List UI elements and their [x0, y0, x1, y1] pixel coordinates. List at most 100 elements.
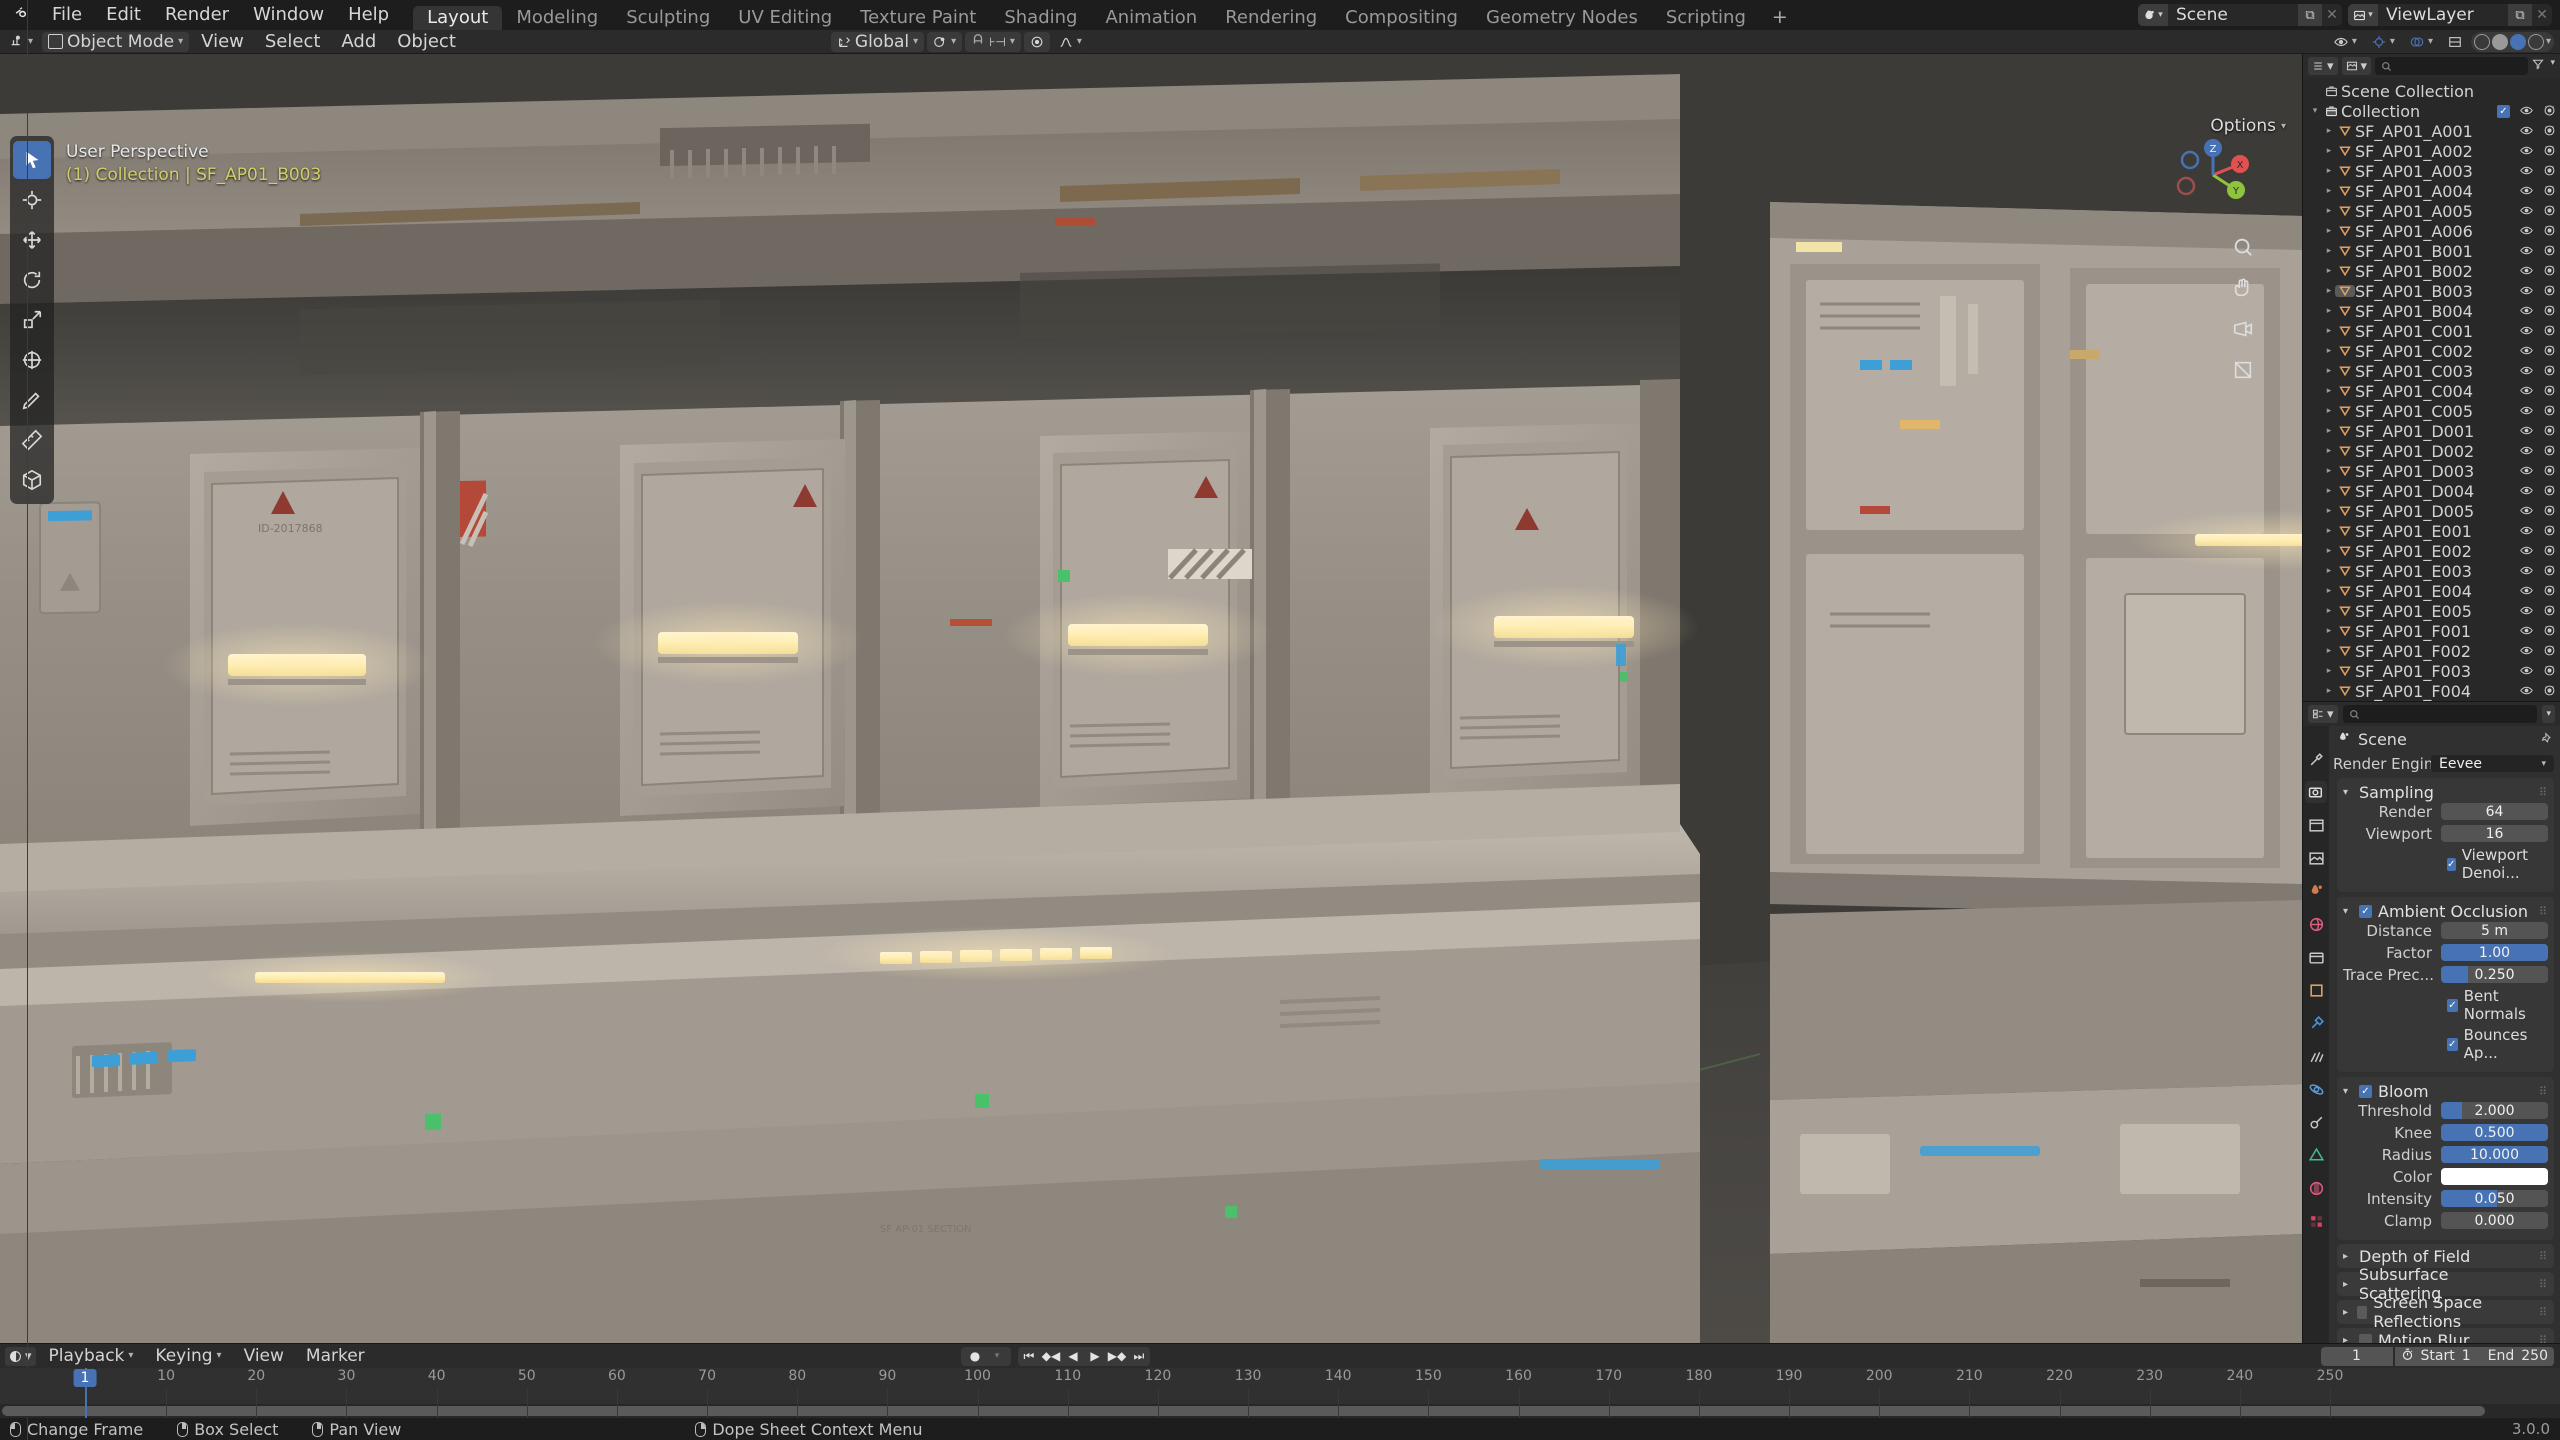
disable-in-render-icon[interactable] [2543, 482, 2556, 501]
expand-icon[interactable]: ▸ [2323, 386, 2335, 396]
tab-animation[interactable]: Animation [1091, 6, 1211, 30]
outliner-row-object[interactable]: ▸SF_AP01_E002 [2303, 541, 2560, 561]
expand-icon[interactable]: ▸ [2323, 446, 2335, 456]
disable-in-render-icon[interactable] [2543, 262, 2556, 281]
render-engine-dropdown[interactable]: Eevee ▾ [2431, 755, 2554, 772]
expand-icon[interactable]: ▸ [2323, 586, 2335, 596]
outliner-row-object[interactable]: ▸SF_AP01_C002 [2303, 341, 2560, 361]
expand-icon[interactable]: ▸ [2323, 486, 2335, 496]
panel-enable-checkbox[interactable] [2359, 1334, 2372, 1344]
expand-icon[interactable]: ▸ [2323, 226, 2335, 236]
camera-view-icon[interactable] [2232, 318, 2254, 345]
bent-normals-checkbox[interactable]: ✓ [2447, 999, 2458, 1012]
expand-icon[interactable]: ▸ [2323, 186, 2335, 196]
ao-enable-checkbox[interactable]: ✓ [2359, 905, 2372, 918]
hide-in-viewport-icon[interactable] [2520, 502, 2533, 521]
hide-in-viewport-icon[interactable] [2520, 642, 2533, 661]
outliner-row-object[interactable]: ▸SF_AP01_E003 [2303, 561, 2560, 581]
ortho-persp-icon[interactable] [2232, 359, 2254, 386]
ao-distance-field[interactable]: 5 m [2441, 922, 2548, 939]
expand-icon[interactable]: ▸ [2323, 206, 2335, 216]
annotate-tool[interactable] [13, 381, 51, 419]
play-button[interactable]: ▶ [1084, 1347, 1106, 1366]
outliner-row-object[interactable]: ▸SF_AP01_F003 [2303, 661, 2560, 681]
hide-in-viewport-icon[interactable] [2520, 262, 2533, 281]
disable-in-render-icon[interactable] [2543, 422, 2556, 441]
bloom-color-swatch[interactable] [2441, 1168, 2548, 1185]
hide-in-viewport-icon[interactable] [2520, 562, 2533, 581]
move-tool[interactable] [13, 221, 51, 259]
outliner-row-collection[interactable]: ▾ Collection ✓ [2303, 101, 2560, 121]
new-viewlayer-button[interactable]: ⧉ [2508, 4, 2532, 26]
object-mode-selector[interactable]: Object Mode ▾ [42, 32, 189, 52]
expand-icon[interactable]: ▸ [2323, 686, 2335, 696]
outliner-row-object[interactable]: ▸SF_AP01_F004 [2303, 681, 2560, 701]
pin-icon[interactable] [2541, 730, 2554, 749]
bloom-threshold-slider[interactable]: 2.000 [2441, 1102, 2548, 1119]
outliner-row-object[interactable]: ▸SF_AP01_F002 [2303, 641, 2560, 661]
play-reverse-button[interactable]: ◀ [1062, 1347, 1084, 1366]
timeline-menu-keying[interactable]: Keying▾ [146, 1344, 230, 1368]
wireframe-shading-button[interactable] [2474, 34, 2490, 50]
chevron-down-icon[interactable]: ▾ [986, 1347, 1008, 1366]
chevron-down-icon[interactable]: ▾ [2343, 906, 2353, 917]
measure-tool[interactable] [13, 421, 51, 459]
properties-search-input[interactable] [2343, 705, 2538, 723]
jump-to-start-button[interactable]: ⏮ [1018, 1347, 1040, 1366]
outliner-row-object[interactable]: ▸SF_AP01_A002 [2303, 141, 2560, 161]
navigation-gizmo[interactable]: X Y Z [2170, 132, 2256, 218]
viewlayer-selector[interactable]: ▾ ViewLayer ⧉ ✕ [2348, 4, 2552, 26]
add-workspace-button[interactable]: + [1760, 6, 1800, 30]
outliner-row-object[interactable]: ▸SF_AP01_C001 [2303, 321, 2560, 341]
closed-panel-header[interactable]: ▸Subsurface Scattering⠿ [2343, 1274, 2548, 1294]
tab-rendering[interactable]: Rendering [1211, 6, 1331, 30]
bloom-enable-checkbox[interactable]: ✓ [2359, 1085, 2372, 1098]
disable-in-render-icon[interactable] [2543, 322, 2556, 341]
tab-layout[interactable]: Layout [413, 6, 502, 30]
outliner-row-object[interactable]: ▸SF_AP01_C005 [2303, 401, 2560, 421]
ao-factor-slider[interactable]: 1.00 [2441, 944, 2548, 961]
expand-icon[interactable]: ▸ [2323, 506, 2335, 516]
outliner-row-object[interactable]: ▸SF_AP01_D003 [2303, 461, 2560, 481]
viewport-samples-field[interactable]: 16 [2441, 825, 2548, 842]
menu-help[interactable]: Help [336, 0, 401, 30]
hide-in-viewport-icon[interactable] [2520, 622, 2533, 641]
rendered-shading-button[interactable] [2528, 34, 2544, 50]
tab-constraint-icon[interactable] [2305, 1111, 2327, 1133]
outliner-row-object[interactable]: ▸SF_AP01_B004 [2303, 301, 2560, 321]
scene-name[interactable]: Scene [2168, 4, 2298, 26]
previous-keyframe-button[interactable]: ◆◀ [1040, 1347, 1062, 1366]
expand-icon[interactable]: ▸ [2323, 666, 2335, 676]
solid-shading-button[interactable] [2492, 34, 2508, 50]
snap-magnet-icon[interactable] [971, 32, 985, 52]
outliner-row-object[interactable]: ▸SF_AP01_D001 [2303, 421, 2560, 441]
outliner-row-object[interactable]: ▸SF_AP01_E004 [2303, 581, 2560, 601]
menu-file[interactable]: File [40, 0, 94, 30]
tab-material-icon[interactable] [2305, 1177, 2327, 1199]
render-samples-field[interactable]: 64 [2441, 803, 2548, 820]
disable-in-render-icon[interactable] [2543, 402, 2556, 421]
viewport-menu-add[interactable]: Add [332, 30, 385, 54]
collapse-icon[interactable]: ▾ [2309, 106, 2321, 116]
closed-panel-header[interactable]: ▸Screen Space Reflections⠿ [2343, 1302, 2548, 1322]
disable-in-render-icon[interactable] [2543, 502, 2556, 521]
hide-in-viewport-icon[interactable] [2520, 182, 2533, 201]
tab-object-icon[interactable] [2305, 979, 2327, 1001]
disable-in-render-icon[interactable] [2543, 442, 2556, 461]
editor-type-button[interactable]: ▾ [4, 32, 39, 52]
expand-icon[interactable]: ▸ [2323, 646, 2335, 656]
chevron-down-icon[interactable]: ▾ [2343, 787, 2353, 798]
outliner-row-object[interactable]: ▸SF_AP01_C003 [2303, 361, 2560, 381]
tab-physics-icon[interactable] [2305, 1078, 2327, 1100]
overlays-toggle-button[interactable]: ▾ [2404, 32, 2439, 52]
hide-in-viewport-icon[interactable] [2520, 542, 2533, 561]
disable-in-render-icon[interactable] [2543, 182, 2556, 201]
outliner-editor-type-button[interactable]: ▾ [2308, 57, 2338, 75]
expand-icon[interactable]: ▸ [2323, 126, 2335, 136]
expand-icon[interactable]: ▸ [2323, 466, 2335, 476]
next-keyframe-button[interactable]: ▶◆ [1106, 1347, 1128, 1366]
outliner-row-object[interactable]: ▸SF_AP01_E005 [2303, 601, 2560, 621]
hide-in-viewport-icon[interactable] [2520, 402, 2533, 421]
xray-toggle-button[interactable] [2442, 32, 2468, 52]
bounces-approximation-row[interactable]: ✓ Bounces Ap... [2447, 1026, 2548, 1062]
